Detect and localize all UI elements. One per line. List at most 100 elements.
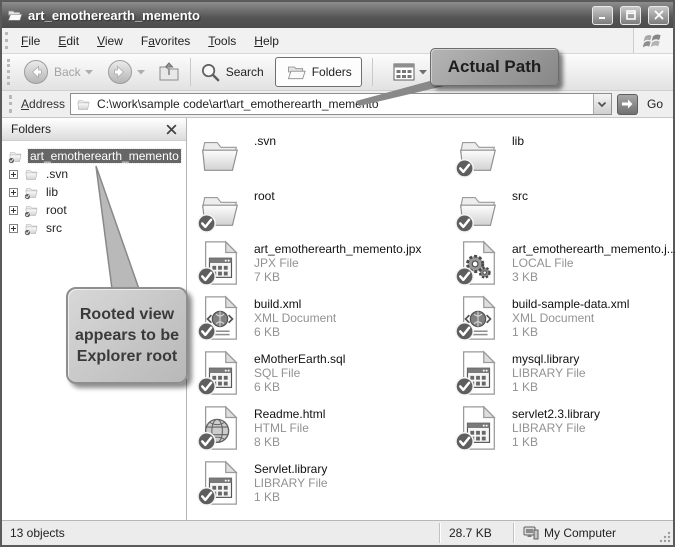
menu-item-favorites[interactable]: Favorites: [132, 30, 199, 52]
folder-tree: art_emotherearth_memento .svn lib root src: [2, 141, 186, 237]
file-name[interactable]: Readme.html: [254, 407, 325, 421]
file-tile[interactable]: build-sample-data.xmlXML Document1 KB: [455, 295, 675, 341]
file-tile[interactable]: art_emotherearth_memento.j...LOCAL File3…: [455, 240, 675, 286]
file-tile[interactable]: eMotherEarth.sqlSQL File6 KB: [197, 350, 447, 396]
plus-icon: [10, 189, 17, 196]
file-tile[interactable]: servlet2.3.libraryLIBRARY File1 KB: [455, 405, 675, 451]
versioned-folder-icon: [23, 203, 40, 218]
callout-actual-path: Actual Path: [430, 48, 559, 86]
expand-toggle[interactable]: [9, 206, 18, 215]
file-tile[interactable]: .svn: [197, 132, 447, 178]
file-tile[interactable]: lib: [455, 132, 675, 178]
address-path[interactable]: C:\work\sample code\art\art_emotherearth…: [97, 97, 588, 111]
back-button[interactable]: Back: [20, 57, 96, 87]
status-objects: 13 objects: [2, 521, 439, 545]
file-tile[interactable]: Readme.htmlHTML File8 KB: [197, 405, 447, 451]
menu-item-view[interactable]: View: [88, 30, 132, 52]
file-tile[interactable]: mysql.libraryLIBRARY File1 KB: [455, 350, 675, 396]
explorer-window: art_emotherearth_memento FileEditViewFav…: [0, 0, 675, 547]
go-label[interactable]: Go: [647, 97, 663, 111]
menu-item-help[interactable]: Help: [245, 30, 288, 52]
menu-item-file[interactable]: File: [12, 30, 49, 52]
file-tile[interactable]: src: [455, 187, 675, 233]
window-folder-icon: [6, 7, 23, 23]
chevron-down-icon: [597, 101, 607, 108]
file-name[interactable]: art_emotherearth_memento.j...: [512, 242, 675, 256]
file-tile-text: build-sample-data.xmlXML Document1 KB: [512, 295, 629, 341]
tree-item-label[interactable]: root: [44, 203, 69, 217]
expand-toggle[interactable]: [9, 188, 18, 197]
file-tile-text: servlet2.3.libraryLIBRARY File1 KB: [512, 405, 600, 451]
status-bar: 13 objects 28.7 KB My Computer: [2, 520, 673, 545]
minimize-button[interactable]: [592, 6, 613, 25]
views-dropdown-icon[interactable]: [419, 69, 427, 75]
file-tile[interactable]: art_emotherearth_memento.jpxJPX File7 KB: [197, 240, 447, 286]
file-tile[interactable]: Servlet.libraryLIBRARY File1 KB: [197, 460, 447, 506]
file-type: LIBRARY File: [254, 476, 328, 490]
address-drag-handle[interactable]: [9, 95, 14, 113]
status-location: My Computer: [515, 521, 673, 545]
forward-dropdown-icon[interactable]: [137, 69, 145, 75]
tree-item-label[interactable]: .svn: [44, 167, 70, 181]
tree-item-src[interactable]: src: [7, 219, 186, 237]
search-button[interactable]: Search: [197, 60, 271, 85]
file-tile-text: eMotherEarth.sqlSQL File6 KB: [254, 350, 345, 396]
folder-icon: [455, 187, 501, 233]
menu-item-edit[interactable]: Edit: [49, 30, 88, 52]
file-name[interactable]: build.xml: [254, 297, 336, 311]
version-check-badge-icon: [197, 350, 243, 396]
tree-item-label[interactable]: art_emotherearth_memento: [28, 149, 181, 163]
toolbar-drag-handle[interactable]: [7, 59, 12, 84]
address-input[interactable]: C:\work\sample code\art\art_emotherearth…: [70, 93, 612, 115]
forward-button[interactable]: [104, 57, 148, 87]
file-name[interactable]: mysql.library: [512, 352, 586, 366]
close-button[interactable]: [648, 6, 669, 25]
file-type: SQL File: [254, 366, 345, 380]
go-button[interactable]: [617, 94, 638, 115]
tree-item-dot-svn[interactable]: .svn: [7, 165, 186, 183]
file-tile[interactable]: root: [197, 187, 447, 233]
version-check-badge-icon: [197, 295, 243, 341]
file-type: LOCAL File: [512, 256, 675, 270]
file-name[interactable]: src: [512, 189, 528, 203]
file-name[interactable]: root: [254, 189, 275, 203]
version-check-badge-icon: [455, 132, 501, 178]
views-button[interactable]: [389, 60, 431, 84]
status-size: 28.7 KB: [441, 521, 513, 545]
menu-drag-handle[interactable]: [5, 32, 10, 50]
versioned-folder-icon: [7, 149, 24, 164]
folders-toggle-button[interactable]: Folders: [275, 57, 362, 87]
menu-item-tools[interactable]: Tools: [199, 30, 245, 52]
file-tile[interactable]: build.xmlXML Document6 KB: [197, 295, 447, 341]
tree-item-art_emotherearth_memento[interactable]: art_emotherearth_memento: [7, 147, 186, 165]
back-dropdown-icon[interactable]: [85, 69, 93, 75]
file-type: XML Document: [512, 311, 629, 325]
file-name[interactable]: art_emotherearth_memento.jpx: [254, 242, 421, 256]
version-check-badge-icon: [455, 405, 501, 451]
folder-icon: [455, 132, 501, 178]
expand-toggle[interactable]: [9, 170, 18, 179]
doc-gear-icon: [455, 240, 501, 286]
maximize-button[interactable]: [620, 6, 641, 25]
version-check-badge-icon: [455, 240, 501, 286]
expand-toggle[interactable]: [9, 224, 18, 233]
tree-item-label[interactable]: src: [44, 221, 64, 235]
file-name[interactable]: eMotherEarth.sql: [254, 352, 345, 366]
version-check-badge-icon: [455, 350, 501, 396]
tree-item-label[interactable]: lib: [44, 185, 60, 199]
tree-item-root[interactable]: root: [7, 201, 186, 219]
address-dropdown-button[interactable]: [593, 94, 611, 114]
up-button[interactable]: [154, 58, 184, 86]
file-name[interactable]: build-sample-data.xml: [512, 297, 629, 311]
file-name[interactable]: servlet2.3.library: [512, 407, 600, 421]
close-sidebar-icon[interactable]: [166, 124, 177, 135]
file-name[interactable]: .svn: [254, 134, 276, 148]
file-name[interactable]: lib: [512, 134, 524, 148]
folder-glyph: [23, 167, 40, 182]
file-tile-text: root: [254, 187, 275, 233]
resize-grip[interactable]: [658, 530, 672, 544]
doc-window-icon: [197, 240, 243, 286]
file-size: 6 KB: [254, 380, 345, 394]
tree-item-lib[interactable]: lib: [7, 183, 186, 201]
file-name[interactable]: Servlet.library: [254, 462, 328, 476]
